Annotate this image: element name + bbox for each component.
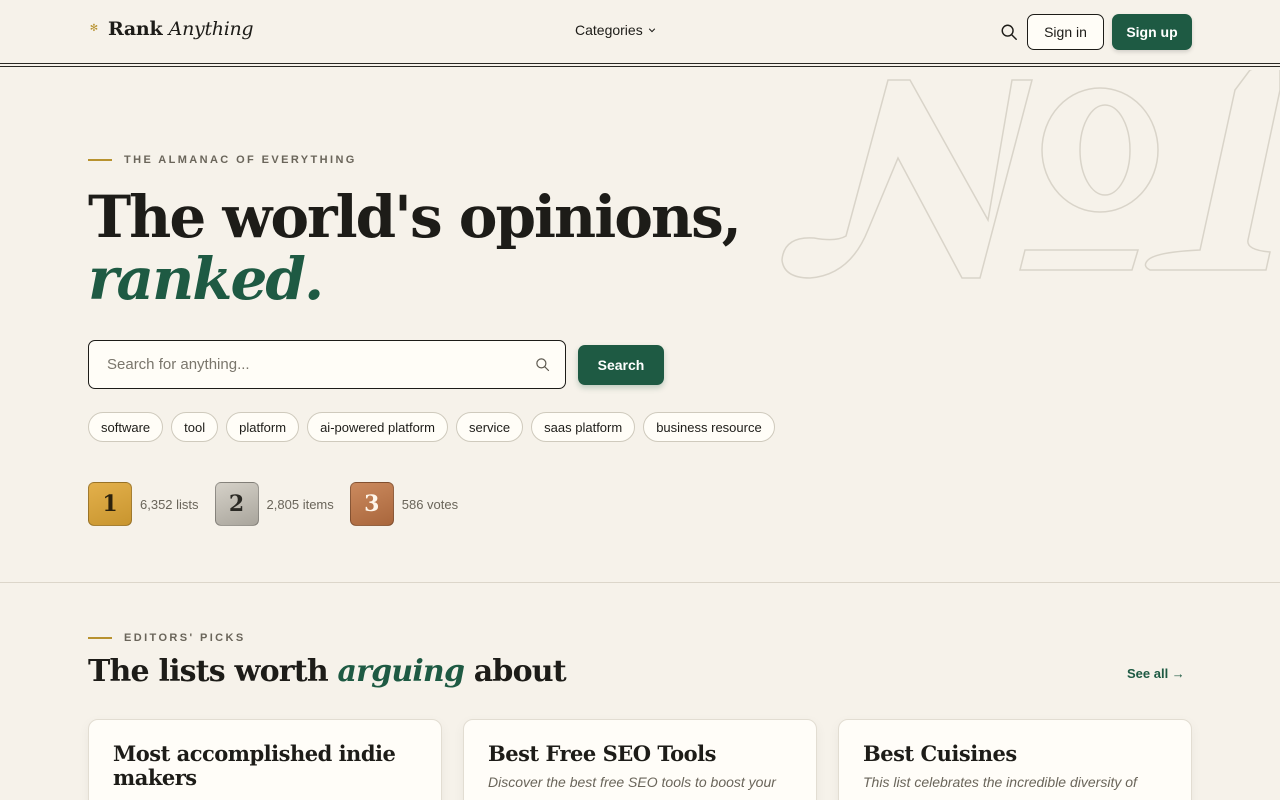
eyebrow-rule (88, 637, 112, 639)
tag-chip[interactable]: business resource (643, 412, 775, 442)
hero-title-emphasis: ranked. (88, 245, 324, 313)
card-description: Discover the best free SEO tools to boos… (488, 773, 776, 790)
list-card[interactable]: Best Cuisines This list celebrates the i… (838, 719, 1192, 800)
tag-chip[interactable]: saas platform (531, 412, 636, 442)
search-input[interactable] (107, 341, 527, 388)
card-title: Best Free SEO Tools (488, 741, 716, 766)
stat-label: 6,352 lists (140, 496, 199, 512)
tag-chip[interactable]: service (455, 412, 524, 442)
card-title: Most accomplished indie makers (113, 741, 396, 790)
gold-medal-badge: 1 (88, 482, 132, 526)
sign-up-button[interactable]: Sign up (1112, 14, 1192, 50)
eyebrow-rule (88, 159, 112, 161)
search-icon[interactable] (535, 357, 550, 372)
section-title: The lists worth arguing about (88, 654, 567, 689)
card-title: Best Cuisines (863, 741, 1017, 766)
header-divider (0, 63, 1280, 64)
section-divider (0, 582, 1280, 583)
card-description: This list celebrates the incredible dive… (863, 773, 1137, 790)
silver-medal-badge: 2 (214, 482, 259, 526)
header-divider-secondary (0, 66, 1280, 67)
site-stats: 1 6,352 lists 2 2,805 items 3 586 votes (88, 482, 474, 526)
categories-label: Categories (575, 22, 643, 38)
tag-chip[interactable]: software (88, 412, 164, 442)
suggested-tags: software tool platform ai-powered platfo… (88, 412, 775, 442)
stat-label: 2,805 items (266, 496, 334, 512)
list-card[interactable]: Best Free SEO Tools Discover the best fr… (463, 719, 817, 800)
stat-label: 586 votes (401, 496, 459, 512)
search-button[interactable]: Search (578, 345, 664, 385)
hero-eyebrow: THE ALMANAC OF EVERYTHING (88, 154, 357, 166)
hero-title: The world's opinions, (88, 183, 742, 251)
numero-sign-decoration (781, 70, 1280, 279)
search-field[interactable] (88, 340, 566, 389)
stat-lists: 1 6,352 lists (88, 482, 199, 526)
stat-items: 2 2,805 items (214, 482, 334, 526)
hero-eyebrow-text: THE ALMANAC OF EVERYTHING (124, 154, 357, 166)
sparkle-icon: ✻ (89, 23, 99, 34)
tag-chip[interactable]: tool (171, 412, 219, 442)
chevron-down-icon (648, 28, 655, 33)
brand-name: Rank Anything (108, 18, 254, 40)
see-all-link[interactable]: See all → (1127, 666, 1185, 681)
list-card[interactable]: Most accomplished indie makers (88, 719, 442, 800)
stat-votes: 3 586 votes (349, 482, 459, 526)
sign-in-button[interactable]: Sign in (1027, 14, 1104, 50)
picks-eyebrow-text: EDITORS' PICKS (124, 632, 246, 644)
top-navigation: ✻ Rank Anything Categories Sign in Sign … (0, 0, 1280, 64)
search-icon[interactable] (1000, 23, 1018, 41)
categories-menu[interactable]: Categories (575, 22, 656, 38)
bronze-medal-badge: 3 (349, 482, 394, 526)
tag-chip[interactable]: platform (226, 412, 300, 442)
tag-chip[interactable]: ai-powered platform (307, 412, 448, 442)
picks-eyebrow: EDITORS' PICKS (88, 632, 246, 644)
brand-logo[interactable]: ✻ Rank Anything (88, 18, 254, 40)
